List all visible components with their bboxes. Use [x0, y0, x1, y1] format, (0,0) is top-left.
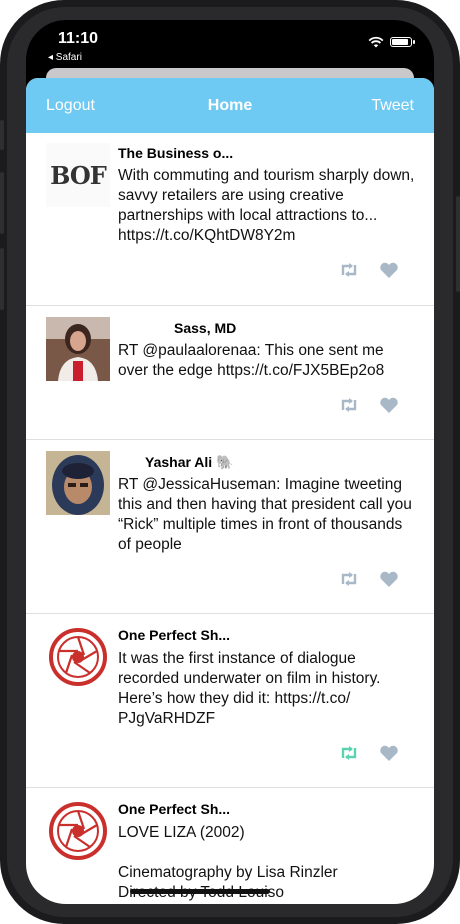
back-to-safari[interactable]: ◂ Safari	[48, 52, 82, 63]
tweet-author[interactable]: The Business o...	[118, 145, 233, 161]
aperture-logo-icon	[49, 628, 107, 686]
tweet-author[interactable]: Sass, MD	[174, 320, 236, 336]
wifi-icon	[368, 36, 384, 48]
aperture-logo-icon	[49, 802, 107, 860]
tweet-row[interactable]: One Perfect Sh... LOVE LIZA (2002) Cinem…	[26, 788, 434, 904]
screen: 11:10 ◂ Safari Logout Home Tweet BOF The…	[26, 20, 434, 904]
volume-down-button	[0, 248, 4, 310]
avatar-photo	[46, 317, 110, 381]
app-card: Logout Home Tweet BOF The Business o... …	[26, 78, 434, 904]
battery-icon	[390, 37, 415, 47]
mute-switch	[0, 120, 4, 150]
home-indicator[interactable]	[130, 889, 270, 894]
tweet-text: It was the first instance of dialogue re…	[118, 650, 381, 727]
retweet-icon[interactable]	[338, 396, 360, 414]
tweet-author[interactable]: One Perfect Sh...	[118, 801, 230, 817]
tweet-row[interactable]: Sass, MD RT @paulaalorenaa: This one sen…	[26, 306, 434, 440]
tweet-author[interactable]: One Perfect Sh...	[118, 627, 230, 643]
retweet-icon[interactable]	[338, 570, 360, 588]
like-heart-icon[interactable]	[378, 261, 400, 279]
tweet-button[interactable]: Tweet	[371, 97, 414, 115]
avatar[interactable]	[46, 317, 110, 381]
avatar-photo	[46, 451, 110, 515]
status-indicators	[368, 36, 415, 48]
tweet-author[interactable]: Yashar Ali 🐘	[145, 454, 234, 471]
tweet-text: RT @JessicaHuseman: Imagine tweeting thi…	[118, 476, 412, 553]
tweet-text: RT @paulaalorenaa: This one sent me over…	[118, 342, 385, 379]
bof-logo: BOF	[50, 161, 107, 190]
avatar[interactable]	[46, 451, 110, 515]
tweet-row[interactable]: BOF The Business o... With commuting and…	[26, 133, 434, 306]
notch	[116, 20, 344, 54]
phone-frame: 11:10 ◂ Safari Logout Home Tweet BOF The…	[0, 0, 460, 924]
avatar[interactable]	[46, 799, 110, 863]
like-heart-icon[interactable]	[378, 396, 400, 414]
retweet-icon[interactable]	[338, 261, 360, 279]
navigation-bar: Logout Home Tweet	[26, 78, 434, 133]
tweet-text: With commuting and tourism sharply down,…	[118, 167, 415, 244]
avatar[interactable]: BOF	[46, 143, 110, 207]
retweet-icon-active[interactable]	[338, 744, 360, 762]
tweet-row[interactable]: One Perfect Sh... It was the first insta…	[26, 614, 434, 788]
tweet-feed[interactable]: BOF The Business o... With commuting and…	[26, 133, 434, 904]
tweet-row[interactable]: Yashar Ali 🐘 RT @JessicaHuseman: Imagine…	[26, 440, 434, 614]
like-heart-icon[interactable]	[378, 570, 400, 588]
volume-up-button	[0, 172, 4, 234]
status-time: 11:10	[58, 30, 99, 47]
avatar[interactable]	[46, 625, 110, 689]
like-heart-icon[interactable]	[378, 744, 400, 762]
power-button	[456, 196, 460, 292]
